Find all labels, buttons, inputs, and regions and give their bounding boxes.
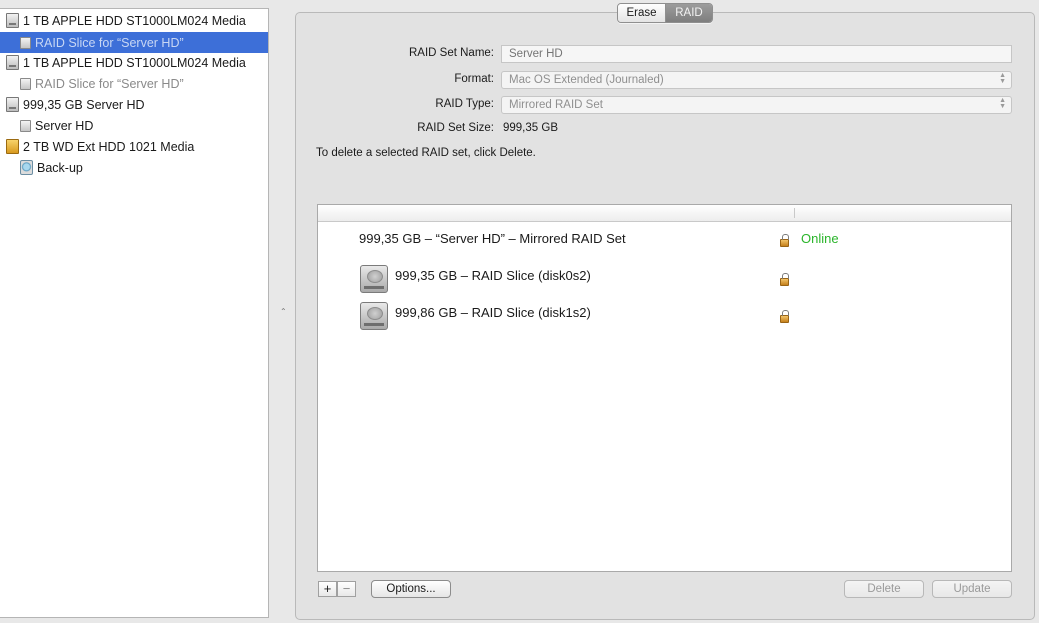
hard-disk-icon — [6, 55, 19, 70]
raid-slice-name: 999,35 GB – RAID Slice (disk0s2) — [395, 268, 591, 283]
update-button[interactable]: Update — [932, 580, 1012, 598]
sidebar-item-external-disk[interactable]: 2 TB WD Ext HDD 1021 Media — [0, 136, 268, 157]
sidebar-item-label: Server HD — [35, 118, 94, 133]
table-row[interactable]: 999,86 GB – RAID Slice (disk1s2) — [318, 296, 1011, 332]
raid-set-name: 999,35 GB – “Server HD” – Mirrored RAID … — [359, 231, 626, 246]
disk-list-sidebar[interactable]: 1 TB APPLE HDD ST1000LM024 Media RAID Sl… — [0, 8, 269, 618]
sidebar-item-back-up[interactable]: Back-up — [0, 157, 268, 178]
tab-erase[interactable]: Erase — [618, 4, 666, 22]
table-header — [318, 205, 1011, 222]
options-button[interactable]: Options... — [371, 580, 451, 598]
sidebar-item-server-hd[interactable]: Server HD — [0, 115, 268, 136]
sidebar-item-disk-1[interactable]: 1 TB APPLE HDD ST1000LM024 Media — [0, 10, 268, 31]
volume-icon — [20, 36, 31, 49]
delete-instruction: To delete a selected RAID set, click Del… — [316, 147, 536, 159]
sidebar-item-raid-slice-2[interactable]: RAID Slice for “Server HD” — [0, 73, 268, 94]
format-popup[interactable]: Mac OS Extended (Journaled) ▲ ▼ — [501, 71, 1012, 89]
sidebar-item-raid-set[interactable]: 999,35 GB Server HD — [0, 94, 268, 115]
table-row[interactable]: 999,35 GB – “Server HD” – Mirrored RAID … — [318, 223, 1011, 259]
raid-type-value: Mirrored RAID Set — [509, 99, 603, 111]
raid-set-size-value: 999,35 GB — [503, 122, 558, 134]
hard-disk-icon — [6, 13, 19, 28]
tab-raid[interactable]: RAID — [666, 4, 712, 22]
time-machine-volume-icon — [20, 160, 33, 175]
sidebar-item-raid-slice-1[interactable]: RAID Slice for “Server HD” — [0, 32, 268, 53]
sidebar-item-label: RAID Slice for “Server HD” — [35, 76, 184, 91]
raid-type-popup[interactable]: Mirrored RAID Set ▲ ▼ — [501, 96, 1012, 114]
add-button[interactable]: + — [318, 581, 337, 597]
raid-type-label: RAID Type: — [435, 98, 494, 110]
volume-icon — [20, 119, 31, 132]
splitter-handle-icon[interactable]: ⌃ — [280, 308, 287, 316]
sidebar-item-label: 2 TB WD Ext HDD 1021 Media — [23, 139, 195, 154]
lock-icon — [780, 310, 789, 323]
column-divider — [794, 208, 795, 218]
sidebar-item-label: Back-up — [37, 160, 83, 175]
raid-slice-name: 999,86 GB – RAID Slice (disk1s2) — [395, 305, 591, 320]
popup-arrows-icon: ▲ ▼ — [999, 72, 1006, 85]
remove-button[interactable]: − — [337, 581, 356, 597]
lock-icon — [780, 273, 789, 286]
raid-set-name-field[interactable] — [501, 45, 1012, 63]
popup-arrows-icon: ▲ ▼ — [999, 97, 1006, 110]
hard-disk-icon — [360, 302, 388, 330]
raid-set-size-label: RAID Set Size: — [417, 122, 494, 134]
tab-bar: Erase RAID — [617, 3, 713, 23]
raid-set-name-label: RAID Set Name: — [409, 47, 494, 59]
format-value: Mac OS Extended (Journaled) — [509, 74, 664, 86]
raid-set-table[interactable]: 999,35 GB – “Server HD” – Mirrored RAID … — [317, 204, 1012, 572]
sidebar-item-label: RAID Slice for “Server HD” — [35, 35, 184, 50]
delete-button[interactable]: Delete — [844, 580, 924, 598]
sidebar-item-label: 1 TB APPLE HDD ST1000LM024 Media — [23, 13, 246, 28]
sidebar-item-label: 999,35 GB Server HD — [23, 97, 145, 112]
status-online: Online — [801, 231, 839, 246]
external-disk-icon — [6, 139, 19, 154]
volume-icon — [20, 77, 31, 90]
sidebar-item-label: 1 TB APPLE HDD ST1000LM024 Media — [23, 55, 246, 70]
format-label: Format: — [454, 73, 494, 85]
lock-icon — [780, 234, 789, 247]
hard-disk-icon — [360, 265, 388, 293]
raid-set-icon — [6, 97, 19, 112]
sidebar-item-disk-2[interactable]: 1 TB APPLE HDD ST1000LM024 Media — [0, 52, 268, 73]
table-row[interactable]: 999,35 GB – RAID Slice (disk0s2) — [318, 259, 1011, 295]
